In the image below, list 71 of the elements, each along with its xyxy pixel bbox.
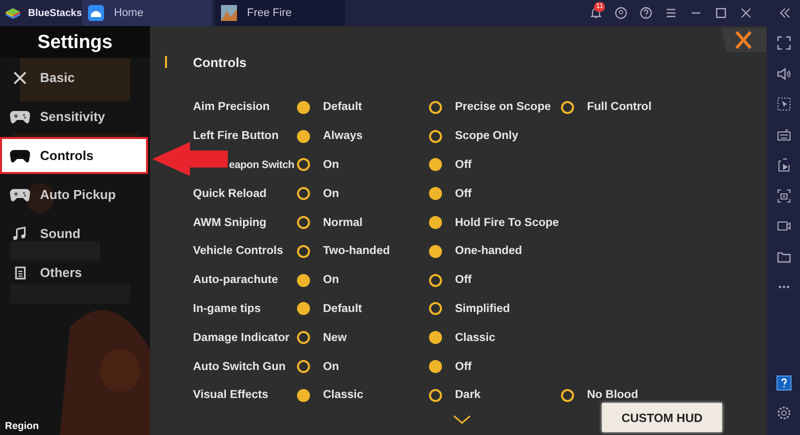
section-heading: Controls xyxy=(193,54,246,70)
collapse-icon[interactable] xyxy=(778,6,792,20)
radio-option[interactable]: Scope Only xyxy=(429,130,561,143)
setting-label: In-game tips xyxy=(193,302,262,315)
custom-hud-button[interactable]: CUSTOM HUD xyxy=(602,403,722,432)
settings-menu-item[interactable]: Basic xyxy=(0,59,148,96)
settings-menu-item[interactable]: Controls xyxy=(0,137,148,174)
app-tab[interactable]: Free Fire xyxy=(215,0,345,26)
radio-option[interactable]: On xyxy=(297,274,429,287)
gamepad-icon xyxy=(10,186,30,202)
gamepad-icon xyxy=(10,108,30,124)
account-icon[interactable] xyxy=(614,6,628,20)
radio-option[interactable]: Classic xyxy=(297,388,429,402)
volume-icon[interactable] xyxy=(776,66,792,82)
settings-menu-item[interactable]: Sound xyxy=(0,215,148,252)
radio-option[interactable]: Off xyxy=(429,360,561,374)
radio-option[interactable]: Off xyxy=(429,158,561,172)
setting-label: eapon Switch xyxy=(229,158,295,171)
home-icon xyxy=(88,5,104,21)
app-tab[interactable]: Home xyxy=(82,0,212,26)
fullscreen-icon[interactable] xyxy=(776,35,792,51)
radio-option[interactable]: Precise on Scope xyxy=(429,100,561,114)
screenshot-icon[interactable] xyxy=(776,188,792,204)
radio-option[interactable]: Normal xyxy=(297,216,429,230)
radio-option[interactable]: Default xyxy=(297,100,429,114)
radio-option[interactable]: Off xyxy=(429,187,561,200)
chevron-down-icon[interactable] xyxy=(453,414,471,425)
setting-label: Visual Effects xyxy=(193,389,270,402)
radio-option[interactable]: One-handed xyxy=(429,244,561,258)
radio-option[interactable]: New xyxy=(297,331,429,344)
radio-option[interactable]: Dark xyxy=(429,388,561,402)
game-thumbnail-icon xyxy=(221,5,237,21)
radio-option[interactable]: Two-handed xyxy=(297,244,429,258)
setting-label: Auto Switch Gun xyxy=(193,360,287,373)
install-app-icon[interactable] xyxy=(776,157,792,173)
gamepad-icon xyxy=(10,148,30,164)
app-name: BlueStacks xyxy=(28,8,82,18)
menu-icon[interactable] xyxy=(664,6,678,20)
radio-option[interactable]: On xyxy=(297,187,429,200)
radio-option[interactable]: Off xyxy=(429,274,561,287)
radio-option[interactable]: Full Control xyxy=(561,100,693,114)
settings-icon[interactable] xyxy=(776,405,792,421)
setting-label: Auto-parachute xyxy=(193,274,279,286)
radio-option[interactable]: Hold Fire To Scope xyxy=(429,216,561,230)
radio-option[interactable]: Always xyxy=(297,130,429,143)
settings-menu-item[interactable]: Others xyxy=(0,254,148,291)
bell-icon xyxy=(588,6,602,20)
radio-option[interactable]: Default xyxy=(297,302,429,316)
radio-option[interactable]: On xyxy=(297,360,429,374)
close-icon[interactable] xyxy=(720,28,767,52)
settings-title: Settings xyxy=(0,26,150,58)
radio-option[interactable]: On xyxy=(297,158,429,172)
pointer-select-icon[interactable] xyxy=(776,96,792,112)
close-icon[interactable] xyxy=(738,6,752,20)
setting-label: AWM Sniping xyxy=(193,216,268,229)
help-icon[interactable] xyxy=(776,374,792,390)
setting-label: Vehicle Controls xyxy=(193,245,284,258)
setting-label: Quick Reload xyxy=(193,188,268,200)
radio-option[interactable]: Classic xyxy=(429,331,561,344)
setting-label: Aim Precision xyxy=(193,101,271,114)
settings-menu-item[interactable]: Auto Pickup xyxy=(0,176,148,213)
help-icon[interactable] xyxy=(638,6,652,20)
setting-label: Left Fire Button xyxy=(193,130,280,142)
region-label: Region xyxy=(4,421,40,434)
setting-label: Damage Indicator xyxy=(193,332,290,344)
maximize-icon[interactable] xyxy=(714,6,728,20)
settings-menu-item[interactable]: Sensitivity xyxy=(0,98,148,135)
radio-option[interactable]: No Blood xyxy=(561,388,693,402)
logo-icon xyxy=(4,6,22,20)
keyboard-icon[interactable] xyxy=(776,126,792,142)
radio-option[interactable]: Simplified xyxy=(429,302,561,316)
